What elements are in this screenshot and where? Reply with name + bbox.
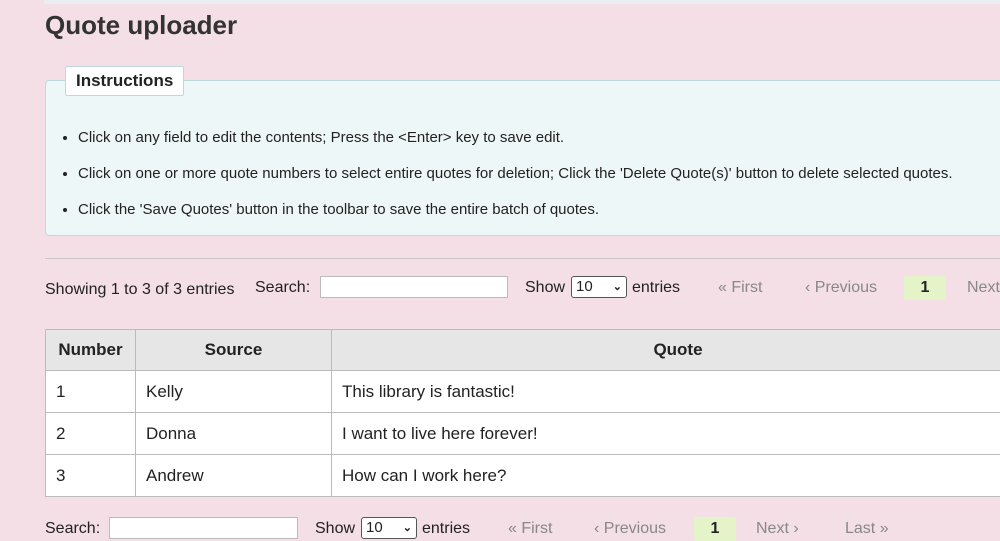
- search-input[interactable]: [320, 276, 508, 298]
- table-header-row: Number Source Quote: [45, 329, 1000, 371]
- quotes-table: Number Source Quote 1 Kelly This library…: [45, 329, 1000, 497]
- quote-cell[interactable]: How can I work here?: [331, 454, 1000, 497]
- page-size-select[interactable]: 10 ⌄: [361, 517, 417, 539]
- page-title: Quote uploader: [45, 10, 238, 40]
- column-header-number[interactable]: Number: [45, 329, 136, 371]
- page-size-value: 10: [576, 278, 593, 295]
- pager-next-button[interactable]: Next ›: [756, 517, 799, 541]
- top-strip: [44, 0, 1000, 4]
- source-cell[interactable]: Andrew: [135, 454, 332, 497]
- quote-cell[interactable]: I want to live here forever!: [331, 412, 1000, 455]
- column-header-quote[interactable]: Quote: [331, 329, 1000, 371]
- quote-number-cell[interactable]: 2: [45, 412, 136, 455]
- search-input[interactable]: [109, 517, 298, 539]
- page-size-value: 10: [366, 519, 383, 536]
- pager-page-1-button[interactable]: 1: [904, 276, 946, 300]
- section-divider: [45, 258, 1000, 259]
- table-row: 3 Andrew How can I work here?: [45, 454, 1000, 497]
- entries-label: entries: [632, 279, 681, 296]
- instructions-list: Click on any field to edit the contents;…: [46, 127, 953, 235]
- quote-cell[interactable]: This library is fantastic!: [331, 370, 1000, 413]
- column-header-source[interactable]: Source: [135, 329, 332, 371]
- instruction-item: Click on any field to edit the contents;…: [78, 127, 953, 163]
- page-size-select[interactable]: 10 ⌄: [571, 276, 627, 298]
- entries-label: entries: [422, 520, 471, 537]
- chevron-down-icon: ⌄: [612, 281, 622, 293]
- source-cell[interactable]: Kelly: [135, 370, 332, 413]
- pager-last-button[interactable]: Last »: [845, 517, 889, 541]
- entries-info: Showing 1 to 3 of 3 entries: [45, 281, 235, 298]
- search-label: Search:: [255, 279, 311, 296]
- pager-first-button[interactable]: « First: [508, 517, 552, 541]
- bottom-table-controls: Search: Show 10 ⌄ entries « First ‹ Prev…: [45, 517, 1000, 541]
- pager-first-button[interactable]: « First: [718, 276, 762, 300]
- source-cell[interactable]: Donna: [135, 412, 332, 455]
- pager-previous-button[interactable]: ‹ Previous: [805, 276, 877, 300]
- table-row: 2 Donna I want to live here forever!: [45, 412, 1000, 455]
- pager-previous-button[interactable]: ‹ Previous: [594, 517, 666, 541]
- instruction-item: Click on one or more quote numbers to se…: [78, 163, 953, 199]
- instructions-legend: Instructions: [65, 66, 185, 96]
- show-label: Show: [525, 279, 566, 296]
- pager-next-button[interactable]: Next ›: [967, 276, 1000, 300]
- pager-page-1-button[interactable]: 1: [694, 517, 736, 541]
- table-row: 1 Kelly This library is fantastic!: [45, 370, 1000, 413]
- search-label: Search:: [45, 520, 101, 537]
- quote-number-cell[interactable]: 1: [45, 370, 136, 413]
- instruction-item: Click the 'Save Quotes' button in the to…: [78, 199, 953, 235]
- chevron-down-icon: ⌄: [402, 522, 412, 534]
- quote-number-cell[interactable]: 3: [45, 454, 136, 497]
- top-table-controls: Showing 1 to 3 of 3 entries Search: Show…: [45, 276, 1000, 300]
- instructions-panel: Instructions Click on any field to edit …: [45, 66, 1000, 236]
- show-label: Show: [315, 520, 356, 537]
